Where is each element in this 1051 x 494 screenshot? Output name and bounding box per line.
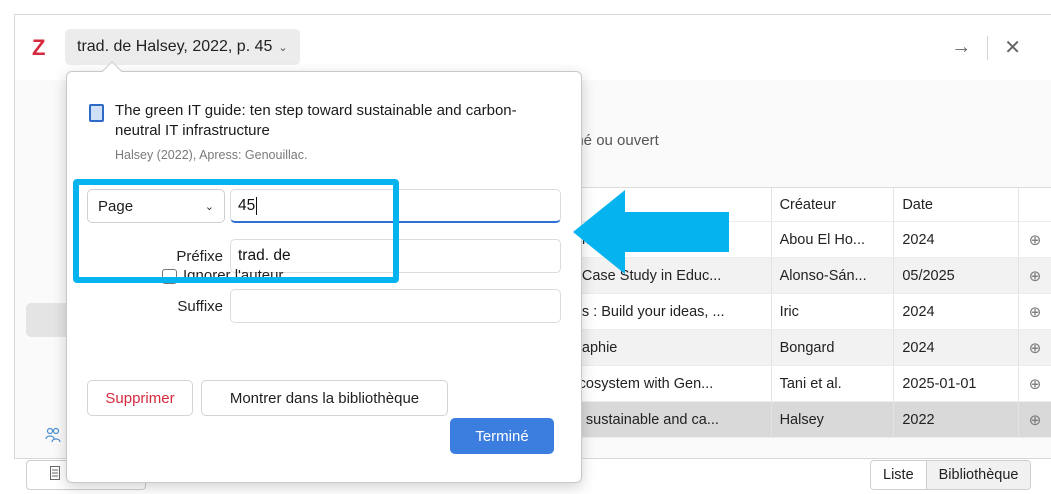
book-icon (89, 104, 104, 122)
citation-dropdown[interactable]: trad. de Halsey, 2022, p. 45 ⌄ (65, 29, 300, 65)
locator-value: 45 (238, 196, 256, 214)
row-creator: Halsey (770, 402, 894, 437)
add-circle-icon[interactable]: ⊕ (1018, 366, 1051, 401)
table-row[interactable]: graphie Bongard 2024 ⊕ (561, 330, 1051, 366)
table-row-selected[interactable]: rd sustainable and ca... Halsey 2022 ⊕ (561, 402, 1051, 438)
add-circle-icon[interactable]: ⊕ (1018, 330, 1051, 365)
view-switch: Liste Bibliothèque (870, 460, 1032, 490)
toolbar-actions: → ✕ (951, 35, 1021, 60)
row-date: 2024 (893, 222, 1018, 257)
omit-author-checkbox[interactable] (162, 269, 177, 284)
row-title: A Case Study in Educ... (569, 267, 722, 284)
row-date: 2024 (893, 294, 1018, 329)
arrow-right-icon[interactable]: → (951, 36, 971, 59)
show-in-library-button[interactable]: Montrer dans la bibliothèque (201, 380, 448, 416)
row-date: 2024 (893, 330, 1018, 365)
table-row[interactable]: Ecosystem with Gen... Tani et al. 2025-0… (561, 366, 1051, 402)
text-cursor (256, 196, 258, 215)
citation-edit-popup: The green IT guide: ten step toward sust… (66, 61, 582, 483)
view-list-button[interactable]: Liste (871, 461, 927, 489)
people-icon (45, 427, 61, 450)
prefix-label: Préfixe (176, 248, 223, 265)
add-circle-icon[interactable]: ⊕ (1018, 294, 1051, 329)
row-title: hnol... (569, 231, 609, 248)
row-creator: Alonso-Sán... (770, 258, 894, 293)
row-date: 2022 (893, 402, 1018, 437)
row-date: 05/2025 (893, 258, 1018, 293)
row-creator: Tani et al. (770, 366, 894, 401)
library-items-table: Créateur Date hnol... Abou El Ho... 2024… (560, 187, 1051, 438)
locator-type-select[interactable]: Page ⌄ (87, 189, 225, 223)
add-circle-icon[interactable]: ⊕ (1018, 402, 1051, 437)
close-icon[interactable]: ✕ (1004, 35, 1021, 60)
table-row[interactable]: ers : Build your ideas, ... Iric 2024 ⊕ (561, 294, 1051, 330)
zotero-logo: Z (32, 35, 46, 60)
locator-input[interactable]: 45 (230, 189, 561, 223)
suffix-input[interactable] (230, 289, 561, 323)
row-creator: Bongard (770, 330, 894, 365)
view-library-button[interactable]: Bibliothèque (926, 461, 1031, 489)
locator-type-value: Page (98, 197, 134, 215)
row-title: graphie (569, 339, 618, 356)
row-creator: Abou El Ho... (770, 222, 894, 257)
row-title: ers : Build your ideas, ... (569, 303, 725, 320)
omit-author-label[interactable]: Ignorer l'auteur (183, 267, 283, 284)
add-circle-icon[interactable]: ⊕ (1018, 258, 1051, 293)
toolbar-separator (987, 35, 989, 60)
column-add (1018, 188, 1051, 221)
add-circle-icon[interactable]: ⊕ (1018, 222, 1051, 257)
delete-button[interactable]: Supprimer (87, 380, 193, 416)
row-title: rd sustainable and ca... (569, 411, 719, 428)
document-icon (50, 466, 60, 483)
table-row[interactable]: hnol... Abou El Ho... 2024 ⊕ (561, 222, 1051, 258)
column-creator[interactable]: Créateur (770, 188, 894, 221)
prefix-value: trad. de (238, 247, 291, 264)
row-title: Ecosystem with Gen... (569, 375, 714, 392)
suffix-label: Suffixe (177, 298, 223, 315)
item-subtitle: Halsey (2022), Apress: Genouillac. (115, 148, 308, 162)
chevron-down-icon: ⌄ (204, 200, 214, 213)
table-row[interactable]: A Case Study in Educ... Alonso-Sán... 05… (561, 258, 1051, 294)
column-date[interactable]: Date (893, 188, 1018, 221)
table-header: Créateur Date (561, 188, 1051, 222)
done-button[interactable]: Terminé (450, 418, 554, 454)
row-date: 2025-01-01 (893, 366, 1018, 401)
item-title: The green IT guide: ten step toward sust… (115, 102, 517, 139)
citation-label: trad. de Halsey, 2022, p. 45 (77, 38, 273, 55)
chevron-down-icon: ⌄ (278, 41, 288, 54)
row-creator: Iric (770, 294, 894, 329)
